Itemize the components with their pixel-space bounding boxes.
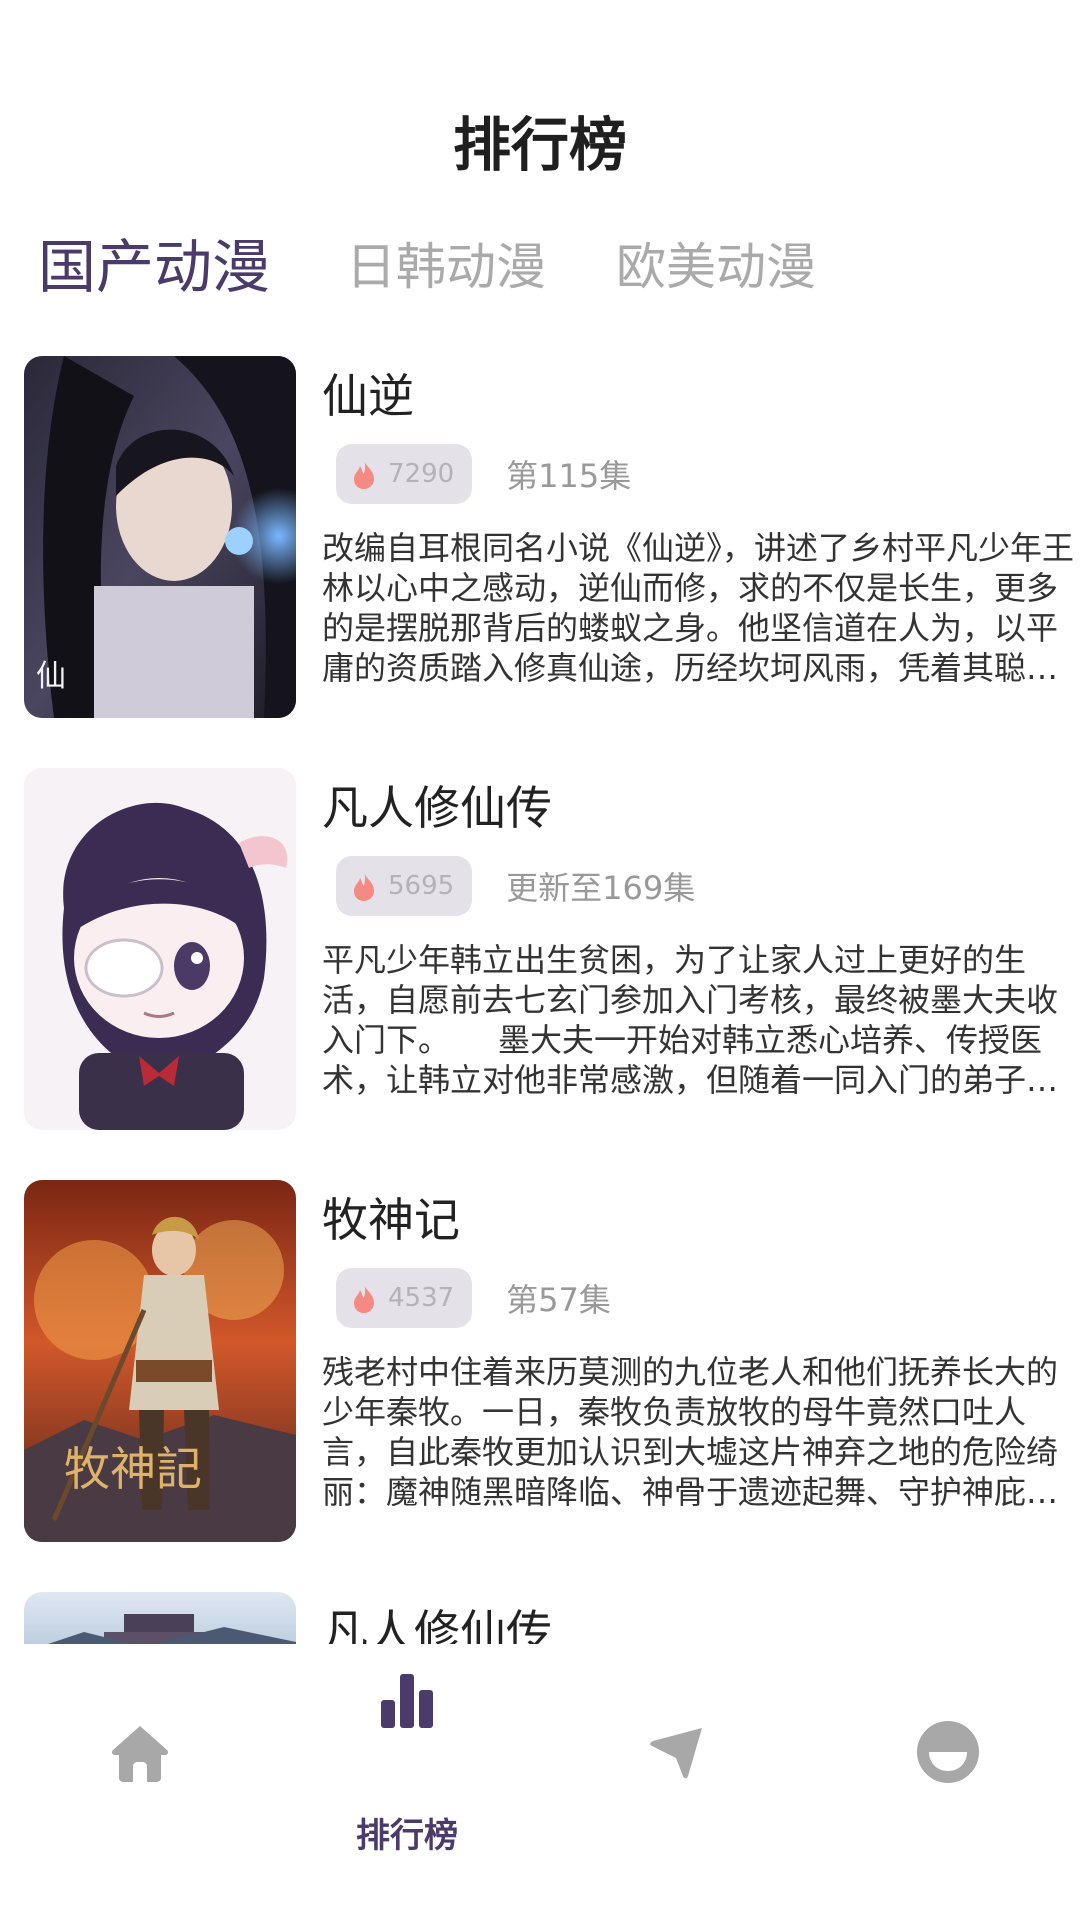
svg-text:仙: 仙 [36, 659, 66, 694]
hot-badge: 5695 [336, 856, 473, 916]
flame-icon [354, 872, 374, 901]
fanren-cover-image[interactable] [24, 768, 296, 1130]
hot-count: 7290 [388, 459, 455, 489]
nav-discover[interactable] [576, 1644, 776, 1920]
xianni-cover-image[interactable]: 仙 [24, 356, 296, 718]
tab-domestic-anime[interactable]: 国产动漫 [38, 232, 270, 302]
list-item[interactable]: 仙 仙逆 7290 第115集 改编自耳根同名小说《仙逆》，讲述了乡村平凡少年王… [24, 356, 1074, 720]
send-icon [650, 1728, 702, 1779]
episode-label: 更新至169集 [506, 869, 696, 907]
list-item[interactable]: 凡人修仙传 [24, 1592, 1056, 1644]
hot-badge: 4537 [336, 1268, 473, 1328]
list-item[interactable]: 凡人修仙传 5695 更新至169集 平凡少年韩立出生贫困，为了让家人过上更好的… [24, 768, 1058, 1132]
item-title[interactable]: 凡人修仙传 [322, 776, 1080, 840]
item-description: 残老村中住着来历莫测的九位老人和他们抚养长大的少年秦牧。一日，秦牧负责放牧的母牛… [322, 1353, 1059, 1511]
page-title: 排行榜 [452, 111, 627, 179]
item-description: 改编自耳根同名小说《仙逆》，讲述了乡村平凡少年王林以心中之感动，逆仙而修，求的不… [322, 529, 1075, 687]
ranking-list[interactable]: 仙 仙逆 7290 第115集 改编自耳根同名小说《仙逆》，讲述了乡村平凡少年王… [0, 356, 1080, 1644]
nav-ranking[interactable]: 排行榜 [307, 1644, 507, 1920]
home-icon [111, 1726, 169, 1782]
fanren2-cover-image[interactable] [24, 1592, 296, 1644]
nav-profile[interactable] [845, 1644, 1045, 1920]
flame-icon [354, 1284, 374, 1313]
nav-ranking-label: 排行榜 [356, 1816, 458, 1856]
bar-chart-icon [381, 1674, 433, 1728]
flame-icon [354, 460, 374, 489]
profile-icon [917, 1721, 979, 1783]
bottom-navigation: 排行榜 [0, 1644, 1080, 1920]
hot-count: 5695 [388, 871, 455, 901]
list-item[interactable]: 牧神記 牧神记 4537 第57集 残老村中住着来历莫测的九位老人和他们抚养长大… [24, 1180, 1058, 1544]
hot-count: 4537 [388, 1283, 455, 1313]
item-title[interactable]: 牧神记 [322, 1188, 1080, 1252]
item-title[interactable]: 仙逆 [322, 364, 1080, 428]
episode-label: 第57集 [506, 1281, 611, 1319]
item-description: 平凡少年韩立出生贫困，为了让家人过上更好的生活，自愿前去七玄门参加入门考核，最终… [322, 941, 1059, 1099]
episode-label: 第115集 [506, 457, 632, 495]
item-title[interactable]: 凡人修仙传 [322, 1600, 1080, 1644]
tab-western-anime[interactable]: 欧美动漫 [616, 232, 816, 302]
hot-badge: 7290 [336, 444, 473, 504]
tab-japan-korea-anime[interactable]: 日韩动漫 [346, 232, 546, 302]
nav-home[interactable] [39, 1644, 239, 1920]
category-tabs: 国产动漫 日韩动漫 欧美动漫 [38, 222, 886, 302]
svg-text:牧神記: 牧神記 [64, 1442, 202, 1496]
mushenji-cover-image[interactable]: 牧神記 [24, 1180, 296, 1542]
